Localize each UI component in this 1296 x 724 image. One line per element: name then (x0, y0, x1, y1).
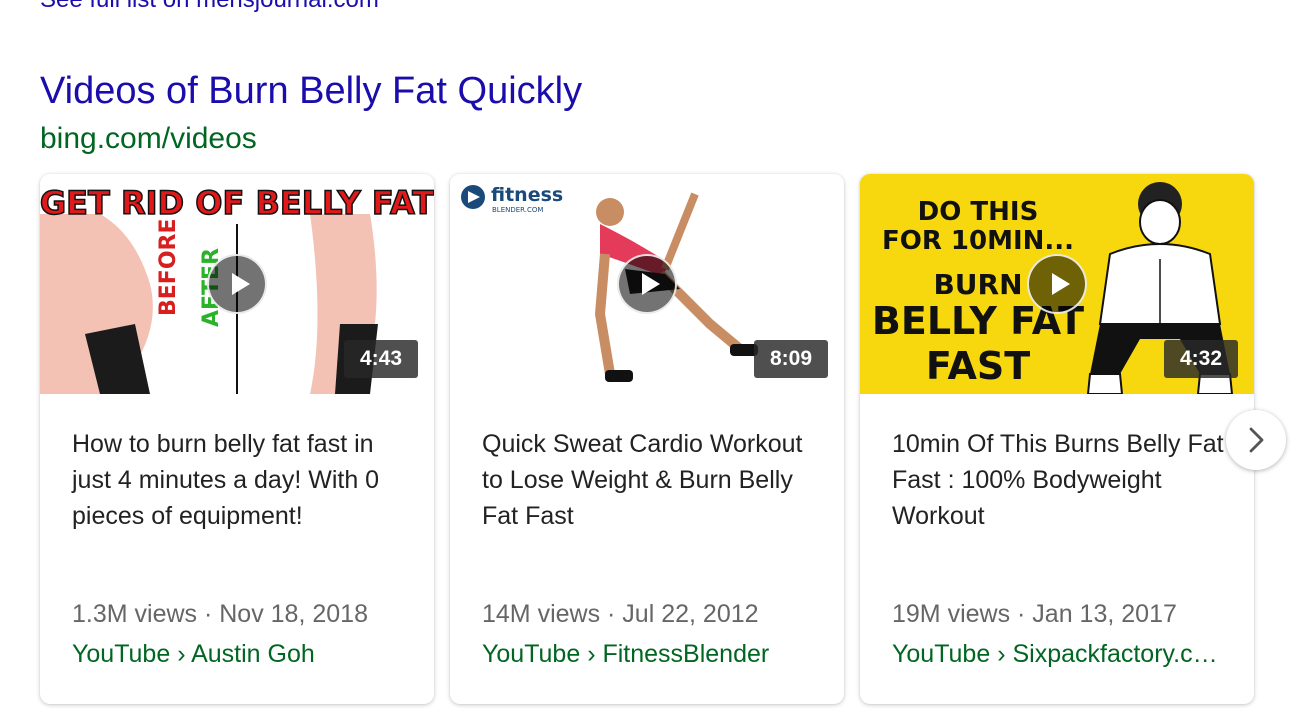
section-title-link[interactable]: Videos of Burn Belly Fat Quickly (40, 70, 582, 113)
video-meta: 19M views · Jan 13, 2017 (892, 600, 1177, 628)
carousel-next-button[interactable] (1226, 410, 1286, 470)
video-source: YouTube › Sixpackfactory.c… (892, 640, 1218, 668)
video-card-1[interactable]: BEFORE AFTER GET RID OF BELLY FAT 4:43 H… (40, 174, 434, 704)
fitness-brand: fitness (491, 184, 563, 206)
thumbnail-headline: GET RID OF BELLY FAT (40, 184, 434, 222)
video-duration: 8:09 (753, 340, 828, 378)
video-source: YouTube › Austin Goh (72, 640, 315, 668)
video-duration: 4:32 (1163, 340, 1238, 378)
before-label: BEFORE (156, 219, 181, 317)
video-meta: 14M views · Jul 22, 2012 (482, 600, 759, 628)
video-card-2[interactable]: fitness BLENDER.COM 8:09 Quick Sweat Car… (450, 174, 844, 704)
play-icon[interactable] (617, 254, 677, 314)
video-thumbnail-2[interactable]: fitness BLENDER.COM 8:09 (450, 174, 844, 394)
video-duration: 4:43 (343, 340, 418, 378)
play-icon[interactable] (207, 254, 267, 314)
video-meta: 1.3M views · Nov 18, 2018 (72, 600, 368, 628)
video-source: YouTube › FitnessBlender (482, 640, 770, 668)
video-title[interactable]: How to burn belly fat fast in just 4 min… (72, 426, 410, 534)
video-thumbnail-1[interactable]: BEFORE AFTER GET RID OF BELLY FAT 4:43 (40, 174, 434, 394)
section-url: bing.com/videos (40, 122, 257, 155)
video-title[interactable]: 10min Of This Burns Belly Fat Fast : 100… (892, 426, 1230, 534)
fitness-brand-sub: BLENDER.COM (492, 206, 543, 214)
thumb-line2: FOR 10MIN... (882, 226, 1074, 256)
thumb-line1: DO THIS (918, 197, 1039, 227)
thumb-line3: BURN (933, 268, 1022, 301)
chevron-right-icon (1249, 427, 1264, 453)
video-thumbnail-3[interactable]: DO THIS FOR 10MIN... BURN BELLY FAT FAST… (860, 174, 1254, 394)
see-full-list-link[interactable]: See full list on mensjournal.com (40, 0, 379, 14)
thumb-line5: FAST (926, 344, 1030, 388)
play-icon[interactable] (1027, 254, 1087, 314)
video-card-3[interactable]: DO THIS FOR 10MIN... BURN BELLY FAT FAST… (860, 174, 1254, 704)
video-title[interactable]: Quick Sweat Cardio Workout to Lose Weigh… (482, 426, 820, 534)
